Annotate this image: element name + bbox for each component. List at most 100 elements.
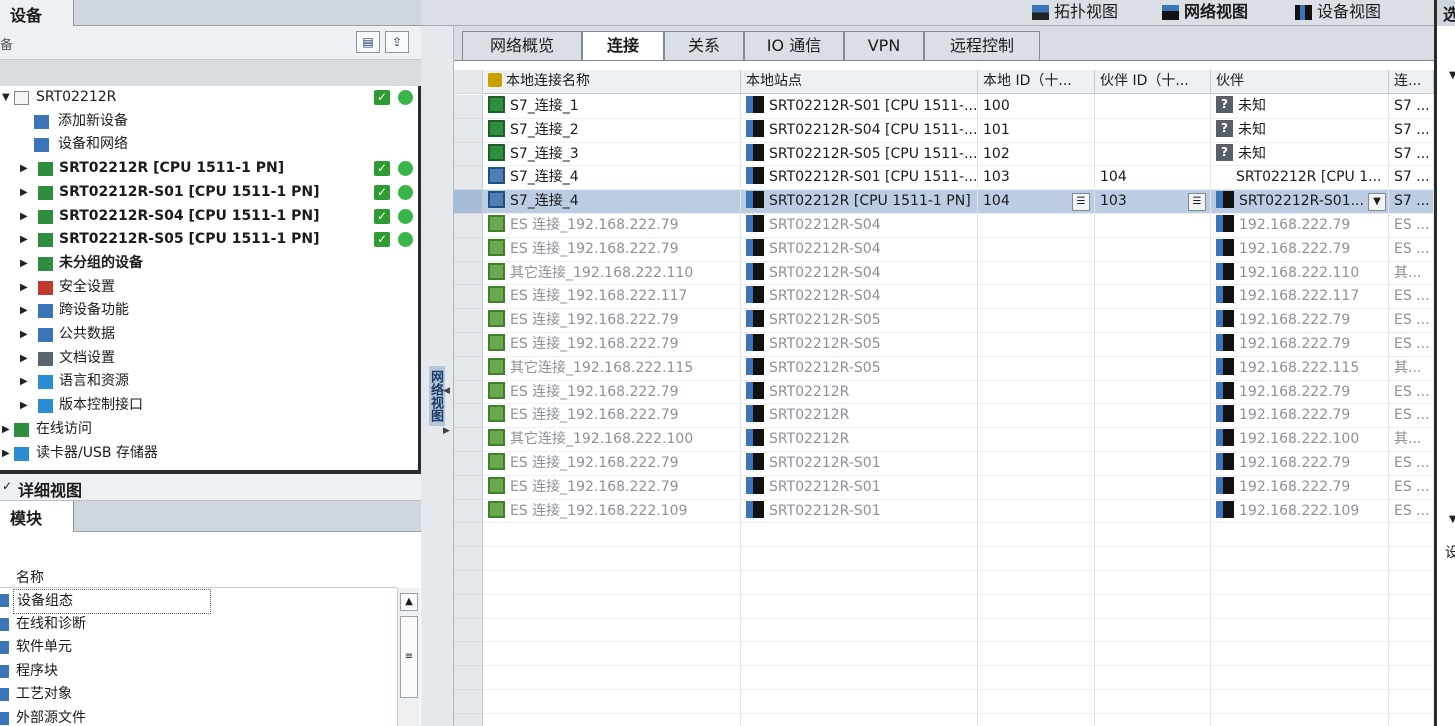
column-header[interactable]: 伙伴	[1211, 70, 1389, 94]
cell-local-id[interactable]	[978, 261, 1095, 286]
row-header[interactable]	[454, 428, 483, 452]
cell-name[interactable]: ES 连接_192.168.222.79	[483, 475, 741, 500]
row-header[interactable]	[454, 475, 483, 500]
detail-column-header[interactable]: 名称	[0, 566, 397, 588]
table-row[interactable]: 其它连接_192.168.222.115 SRT02212R-S05 192.168…	[454, 356, 1434, 381]
update-icon[interactable]: ⇪	[385, 31, 409, 53]
detail-view-header[interactable]: ✓ 详细视图	[0, 474, 421, 501]
cell-name[interactable]: ES 连接_192.168.222.79	[483, 380, 741, 405]
collapsed-arrow-icon[interactable]: ▶	[20, 252, 28, 275]
table-row[interactable]: ES 连接_192.168.222.117 SRT02212R-S04 192.16…	[454, 285, 1434, 310]
cell-local-station[interactable]: SRT02212R-S04 [CPU 1511-...	[741, 118, 978, 143]
device-view-button[interactable]: 设备视图	[1291, 0, 1403, 26]
collapsed-arrow-icon[interactable]: ▶	[2, 442, 10, 465]
cell-partner[interactable]: 192.168.222.79	[1211, 404, 1389, 429]
collapsed-arrow-icon[interactable]: ▶	[20, 299, 28, 322]
cell-local-id[interactable]	[978, 499, 1095, 524]
table-row[interactable]: ES 连接_192.168.222.109 SRT02212R-S01 192.16…	[454, 499, 1434, 524]
expanded-arrow-icon[interactable]: ▼	[2, 86, 10, 109]
row-header[interactable]	[454, 356, 483, 381]
cell-local-station[interactable]: SRT02212R-S04	[741, 285, 978, 310]
cell-conn-type[interactable]: ES ...	[1389, 237, 1434, 262]
cell-local-id[interactable]	[978, 285, 1095, 310]
cell-conn-type[interactable]: S7 ...	[1389, 142, 1434, 167]
column-header[interactable]: 本地站点	[741, 70, 978, 94]
cell-local-id[interactable]	[978, 309, 1095, 333]
chevron-down-icon[interactable]: ▼	[1449, 514, 1455, 525]
cell-conn-type[interactable]: S7 ...	[1389, 118, 1434, 143]
cell-local-station[interactable]: SRT02212R-S01	[741, 452, 978, 476]
column-header[interactable]: 伙伴 ID（十...	[1095, 70, 1211, 94]
cell-name[interactable]: 其它连接_192.168.222.110	[483, 261, 741, 286]
collapsed-arrow-icon[interactable]: ▶	[2, 418, 10, 441]
cell-conn-type[interactable]: ES ...	[1389, 214, 1434, 238]
cell-partner-id[interactable]	[1095, 428, 1211, 452]
cell-local-station[interactable]: SRT02212R	[741, 404, 978, 429]
collapsed-arrow-icon[interactable]: ▶	[20, 276, 28, 299]
tree-item[interactable]: ▶ SRT02212R-S05 [CPU 1511-1 PN] ✓	[0, 228, 421, 252]
cell-name[interactable]: 其它连接_192.168.222.115	[483, 356, 741, 381]
collapse-arrow-icon[interactable]: ✓	[2, 479, 12, 493]
table-row[interactable]: ES 连接_192.168.222.79 SRT02212R-S04 192.168…	[454, 214, 1434, 238]
topology-view-button[interactable]: 拓扑视图	[1028, 0, 1140, 26]
tree-item[interactable]: ▶ 语言和资源	[0, 370, 421, 394]
cell-local-id[interactable]	[978, 356, 1095, 381]
cell-local-station[interactable]: SRT02212R-S01 [CPU 1511-...	[741, 166, 978, 191]
cell-local-id[interactable]	[978, 214, 1095, 238]
cell-name[interactable]: ES 连接_192.168.222.117	[483, 285, 741, 310]
cell-partner[interactable]: ? 未知	[1211, 142, 1389, 167]
table-row[interactable]: ES 连接_192.168.222.79 SRT02212R-S01 192.168…	[454, 475, 1434, 500]
column-header[interactable]: 本地 ID（十...	[978, 70, 1095, 94]
cell-partner-id[interactable]	[1095, 452, 1211, 476]
tab-1[interactable]: 连接	[582, 31, 664, 61]
cell-local-station[interactable]: SRT02212R-S01	[741, 475, 978, 500]
tree-item[interactable]: ▼ SRT02212R ✓	[0, 86, 421, 110]
cell-partner-id[interactable]	[1095, 309, 1211, 333]
cell-partner-id[interactable]	[1095, 404, 1211, 429]
detail-list-item[interactable]: 设备组态	[0, 589, 397, 614]
expand-right-icon[interactable]: ▶	[443, 426, 450, 436]
cell-local-id[interactable]	[978, 475, 1095, 500]
column-header[interactable]: 本地连接名称	[483, 70, 741, 94]
cell-conn-type[interactable]: 其...	[1389, 428, 1434, 452]
tree-item[interactable]: ▶ 版本控制接口	[0, 394, 421, 418]
column-header[interactable]: 连...	[1389, 70, 1434, 94]
cell-partner-id[interactable]	[1095, 237, 1211, 262]
cell-partner[interactable]: 192.168.222.79	[1211, 214, 1389, 238]
cell-partner-id[interactable]	[1095, 214, 1211, 238]
row-header[interactable]	[454, 142, 483, 167]
cell-conn-type[interactable]: S7 ...	[1389, 190, 1434, 214]
tree-item[interactable]: ▶ SRT02212R-S01 [CPU 1511-1 PN] ✓	[0, 181, 421, 205]
cell-partner-id[interactable]	[1095, 261, 1211, 286]
cell-partner[interactable]: ? 未知	[1211, 118, 1389, 143]
cell-conn-type[interactable]: S7 ...	[1389, 166, 1434, 191]
cell-local-id[interactable]	[978, 452, 1095, 476]
list-icon[interactable]: ☰	[1188, 193, 1206, 212]
tree-item[interactable]: ▶ 在线访问	[0, 418, 421, 442]
cell-local-station[interactable]: SRT02212R [CPU 1511-1 PN]	[741, 190, 978, 214]
tree-item[interactable]: ▶ 读卡器/USB 存储器	[0, 442, 421, 466]
cell-partner[interactable]: 192.168.222.79	[1211, 452, 1389, 476]
list-icon[interactable]: ☰	[1072, 193, 1090, 212]
row-header[interactable]	[454, 309, 483, 333]
tree-item[interactable]: ▶ 公共数据	[0, 323, 421, 347]
cell-local-id[interactable]	[978, 404, 1095, 429]
cell-local-station[interactable]: SRT02212R-S05	[741, 356, 978, 381]
row-header[interactable]	[454, 285, 483, 310]
tree-item[interactable]: ▶ SRT02212R [CPU 1511-1 PN] ✓	[0, 157, 421, 181]
cell-name[interactable]: ES 连接_192.168.222.79	[483, 309, 741, 333]
collapsed-arrow-icon[interactable]: ▶	[20, 205, 28, 228]
cell-name[interactable]: ES 连接_192.168.222.79	[483, 452, 741, 476]
cell-partner[interactable]: 192.168.222.79	[1211, 237, 1389, 262]
cell-partner-id[interactable]	[1095, 475, 1211, 500]
row-header[interactable]	[454, 190, 483, 214]
tree-item[interactable]: ▶ 未分组的设备	[0, 252, 421, 276]
cell-local-id[interactable]	[978, 380, 1095, 405]
cell-name[interactable]: ES 连接_192.168.222.79	[483, 237, 741, 262]
tree-item[interactable]: 添加新设备	[0, 110, 421, 134]
cell-name[interactable]: ES 连接_192.168.222.79	[483, 333, 741, 357]
tree-item[interactable]: ▶ SRT02212R-S04 [CPU 1511-1 PN] ✓	[0, 205, 421, 229]
table-row[interactable]: 其它连接_192.168.222.100 SRT02212R 192.168.222…	[454, 428, 1434, 452]
tree-item[interactable]: 设备和网络	[0, 133, 421, 157]
cell-partner[interactable]: 192.168.222.79	[1211, 475, 1389, 500]
